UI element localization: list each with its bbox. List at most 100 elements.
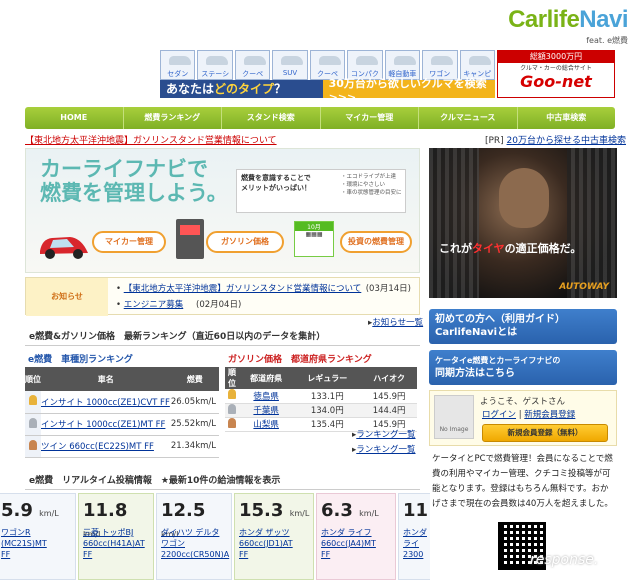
- realtime-heading: e燃費 リアルタイム投稿情報 ★最新10件の給油情報を表示: [25, 472, 420, 490]
- hero-fuel-manage-button[interactable]: 投資の燃費管理: [340, 231, 412, 253]
- user-guide-button[interactable]: 初めての方へ（利用ガイド） CarlifeNaviとは: [429, 309, 617, 344]
- nav-used-car-search[interactable]: 中古車検索: [518, 107, 616, 129]
- prefecture-link[interactable]: 徳島県: [253, 392, 279, 402]
- realtime-card[interactable]: 15.3 km/L ホンダ ザッツ 660cc(JD1)AT FF: [234, 493, 314, 580]
- sync-method-line: ケータイe燃費とカーライフナビの: [435, 356, 561, 365]
- gold-medal-icon: [228, 389, 236, 400]
- realtime-car-name: ホンダ ザッツ 660cc(JD1)AT FF: [239, 527, 293, 560]
- nav-home[interactable]: HOME: [25, 107, 124, 129]
- high-price-cell: 145.9円: [361, 389, 417, 404]
- car-type-card[interactable]: クーペ: [234, 50, 271, 80]
- rank-cell: [225, 389, 239, 404]
- register-link[interactable]: 新規会員登録: [524, 410, 575, 420]
- rank-cell: [225, 403, 239, 418]
- news-link[interactable]: 【東北地方太平洋沖地震】ガソリンスタンド営業情報について: [124, 284, 362, 294]
- gas-ranking-table: 順位 都道府県 レギュラー ハイオク 徳島県 133.1円 145.9円 千葉県…: [225, 367, 417, 432]
- realtime-car-name: ダイハツ デルタ ワゴン 2200cc(CR50N)A: [161, 527, 229, 560]
- ranking-heading: e燃費&ガソリン価格 最新ランキング（直近60日以内のデータを集計）: [25, 328, 420, 346]
- car-name-cell: インサイト 1000cc(ZE1)MT FF: [41, 413, 171, 436]
- realtime-value: 5.9 km/L: [1, 500, 59, 521]
- table-header-row: 順位 車名 燃費: [25, 367, 219, 391]
- fuel-cell: 21.34km/L: [170, 435, 219, 458]
- silver-medal-icon: [228, 403, 236, 414]
- earthquake-notice: 【東北地方太平洋沖地震】ガソリンスタンド営業情報について: [25, 133, 277, 146]
- gas-pump-icon: [176, 219, 204, 259]
- car-name-link[interactable]: インサイト 1000cc(ZE1)CVT FF: [41, 398, 170, 408]
- realtime-car-link[interactable]: ホンダ ライ 2300: [403, 528, 427, 559]
- car-type-card[interactable]: セダン: [160, 50, 196, 80]
- realtime-value: 6.3 km/L: [321, 500, 379, 521]
- sync-method-button[interactable]: ケータイe燃費とカーライフナビの 同期方法はこちら: [429, 350, 617, 385]
- hero-title: カーライフナビで 燃費を管理しよう。: [40, 157, 228, 205]
- prefecture-cell: 千葉県: [239, 403, 294, 418]
- bronze-medal-icon: [228, 417, 236, 428]
- car-type-card[interactable]: ステーションワゴン: [197, 50, 233, 98]
- hero-merit-box: 燃費を意識することで メリットがいっぱい！ ・エコドライブが上達 ・環境にやさし…: [236, 169, 406, 213]
- value-number: 12.5: [161, 500, 206, 521]
- hero-merit-list: ・エコドライブが上達 ・環境にやさしい ・車の状態管理の目安に: [341, 173, 402, 197]
- car-type-card[interactable]: SUV: [272, 50, 308, 80]
- question-post: ？: [274, 82, 287, 96]
- realtime-card[interactable]: 12.5 km/L ダイハツ デルタ ワゴン 2200cc(CR50N)A: [156, 493, 232, 580]
- tire-image: [567, 148, 617, 298]
- nav-car-news[interactable]: クルマニュース: [419, 107, 518, 129]
- prefecture-link[interactable]: 山梨県: [253, 420, 279, 430]
- rank-cell: [25, 391, 41, 414]
- rank-cell: [25, 413, 41, 436]
- rank-cell: [25, 435, 41, 458]
- login-links: ログイン | 新規会員登録: [482, 410, 576, 420]
- news-date: (03月14日): [365, 284, 411, 294]
- register-button[interactable]: 新規会員登録（無料）: [482, 424, 608, 442]
- news-item: • エンジニア募集: [116, 300, 184, 310]
- tire-ad-brand: AUTOWAY: [559, 282, 609, 292]
- high-price-cell: 144.4円: [361, 403, 417, 418]
- realtime-car-link[interactable]: ワゴンR (MC21S)MT FF: [1, 528, 47, 559]
- site-logo[interactable]: CarlifeNavi: [508, 6, 628, 34]
- logo-accent-text: Navi: [579, 6, 628, 33]
- realtime-value: 15.3 km/L: [239, 500, 309, 521]
- avatar: No Image: [434, 395, 474, 439]
- response-watermark: response.: [530, 552, 599, 568]
- nav-mycar[interactable]: マイカー管理: [321, 107, 419, 129]
- sync-method-line: 同期方法はこちら: [435, 368, 515, 379]
- question-pre: あなたは: [166, 82, 215, 96]
- nav-stand-search[interactable]: スタンド検索: [222, 107, 321, 129]
- ranking-more-link[interactable]: ランキング一覧: [356, 445, 415, 455]
- realtime-car-link[interactable]: ホンダ ザッツ 660cc(JD1)AT FF: [239, 528, 293, 559]
- car-type-cta: 30万台から欲しいクルマを検索>>>: [328, 76, 487, 104]
- realtime-car-link[interactable]: 三菱 トッポBJ 660cc(H41A)AT FF: [83, 528, 145, 559]
- logo-feat-label: feat. e燃費: [586, 36, 628, 45]
- value-unit: km/L: [359, 509, 379, 518]
- realtime-card[interactable]: 11 ホンダ ライ 2300: [398, 493, 430, 580]
- col-car-name: 車名: [41, 367, 171, 391]
- hero-merit-item: ・車の状態管理の目安に: [341, 190, 402, 196]
- value-unit: km/L: [39, 509, 59, 518]
- goonet-ad[interactable]: 総額3000万円 クルマ・カーの総合サイト Goo-net: [497, 50, 615, 98]
- car-name-link[interactable]: インサイト 1000cc(ZE1)MT FF: [41, 420, 165, 430]
- realtime-car-link[interactable]: ダイハツ デルタ ワゴン 2200cc(CR50N)A: [161, 528, 229, 559]
- hero-gas-price-button[interactable]: ガソリン価格: [206, 231, 284, 253]
- pr-link[interactable]: 20万台から探せる中古車検索: [507, 136, 626, 146]
- rank-cell: [225, 417, 239, 432]
- realtime-card[interactable]: 11.8 km/L 三菱 トッポBJ 660cc(H41A)AT FF: [78, 493, 154, 580]
- bronze-medal-icon: [29, 439, 37, 450]
- hero-mycar-button[interactable]: マイカー管理: [92, 231, 166, 253]
- car-type-banner[interactable]: あなたはどのタイプ？ 30万台から欲しいクルマを検索>>>: [160, 77, 495, 104]
- earthquake-notice-link[interactable]: 【東北地方太平洋沖地震】ガソリンスタンド営業情報について: [25, 136, 277, 146]
- gold-medal-icon: [29, 395, 37, 406]
- value-number: 11.8: [83, 500, 128, 521]
- news-link[interactable]: エンジニア募集: [124, 300, 184, 310]
- realtime-car-link[interactable]: ホンダ ライフ 660cc(JA4)MT FF: [321, 528, 376, 559]
- calendar-grid: ▦▦▦: [305, 231, 323, 238]
- login-link[interactable]: ログイン: [482, 410, 516, 420]
- realtime-car-name: ワゴンR (MC21S)MT FF: [1, 527, 47, 560]
- ranking-more-link[interactable]: ランキング一覧: [356, 430, 415, 440]
- nav-fuel-ranking[interactable]: 燃費ランキング: [124, 107, 222, 129]
- realtime-card[interactable]: 5.9 km/L ワゴンR (MC21S)MT FF: [0, 493, 76, 580]
- prefecture-link[interactable]: 千葉県: [253, 406, 279, 416]
- realtime-card[interactable]: 6.3 km/L ホンダ ライフ 660cc(JA4)MT FF: [316, 493, 396, 580]
- news-more-link[interactable]: お知らせ一覧: [372, 318, 423, 328]
- user-guide-line: 初めての方へ（利用ガイド）: [435, 314, 565, 325]
- tire-ad[interactable]: これがタイヤの適正価格だ。 AUTOWAY: [429, 148, 617, 298]
- car-name-link[interactable]: ツイン 660cc(EC22S)MT FF: [41, 442, 154, 452]
